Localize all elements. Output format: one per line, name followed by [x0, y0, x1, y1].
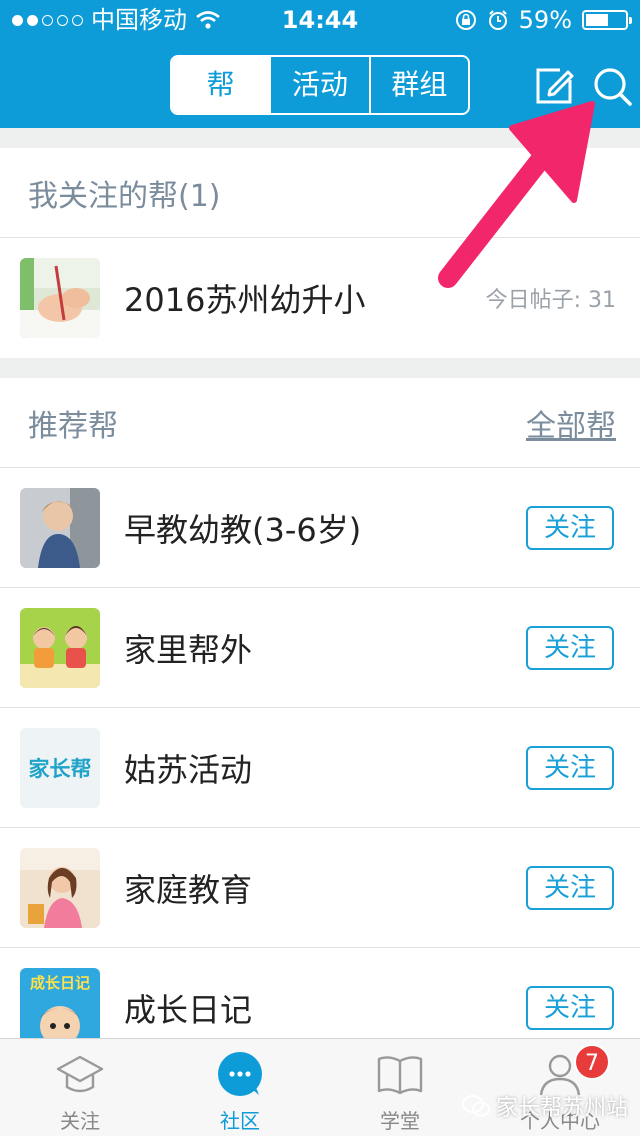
tab-label: 关注	[60, 1109, 100, 1133]
group-name: 家庭教育	[124, 870, 253, 909]
group-name: 2016苏州幼升小	[124, 281, 366, 319]
status-right: 59%	[455, 0, 632, 40]
recommended-row[interactable]: 家里帮外 关注	[0, 588, 640, 708]
tab-school[interactable]: 学堂	[320, 1039, 480, 1136]
tab-follow[interactable]: 关注	[0, 1039, 160, 1136]
group-name: 家里帮外	[124, 630, 253, 669]
battery-percent: 59%	[518, 6, 572, 34]
follow-button[interactable]: 关注	[526, 625, 614, 670]
follow-button[interactable]: 关注	[526, 745, 614, 790]
today-post-count: 今日帖子: 31	[485, 288, 616, 313]
wechat-icon	[461, 1095, 490, 1117]
recommended-row[interactable]: 早教幼教(3-6岁) 关注	[0, 468, 640, 588]
group-name: 早教幼教(3-6岁)	[124, 510, 362, 549]
tab-community[interactable]: 社区	[160, 1039, 320, 1136]
group-thumbnail	[20, 607, 100, 688]
tab-label: 社区	[220, 1109, 260, 1133]
group-name: 姑苏活动	[124, 750, 253, 789]
jiazhangbang-logo: 家长帮	[20, 727, 100, 808]
group-thumbnail	[20, 847, 100, 928]
group-thumbnail: 成长日记	[20, 968, 100, 1048]
follow-button[interactable]: 关注	[526, 505, 614, 550]
group-thumbnail	[20, 487, 100, 568]
logo-text: 成长日记	[29, 974, 90, 992]
group-thumbnail	[20, 258, 100, 338]
all-groups-link[interactable]: 全部帮	[526, 401, 616, 445]
group-name: 成长日记	[124, 991, 253, 1029]
tab-bang[interactable]: 帮	[172, 57, 270, 113]
follow-button[interactable]: 关注	[526, 986, 614, 1030]
recommended-section: 推荐帮 全部帮 早教幼教(3-6岁) 关注 家里帮外 关注 家长帮 姑苏活动 关…	[0, 378, 640, 1048]
battery-icon	[582, 10, 632, 30]
status-bar: 中国移动 14:44 59%	[0, 0, 640, 40]
battery-level	[586, 14, 608, 26]
alarm-icon	[488, 10, 507, 30]
followed-group-row[interactable]: 2016苏州幼升小 今日帖子: 31	[0, 238, 640, 358]
follow-button[interactable]: 关注	[526, 865, 614, 910]
book-icon	[377, 1056, 423, 1095]
compose-icon[interactable]	[534, 66, 574, 106]
recommended-row[interactable]: 家长帮 姑苏活动 关注	[0, 708, 640, 828]
graduation-cap-icon	[56, 1055, 104, 1093]
followed-section: 我关注的帮(1) 2016苏州幼升小 今日帖子: 31	[0, 148, 640, 358]
recommended-title: 推荐帮	[28, 408, 118, 444]
tab-groups[interactable]: 群组	[368, 57, 468, 113]
top-header: 中国移动 14:44 59% 帮 活动 群组	[0, 0, 640, 128]
followed-title: 我关注的帮(1)	[28, 178, 221, 214]
watermark-text: 家长帮苏州站	[495, 1096, 628, 1121]
recommended-row[interactable]: 家庭教育 关注	[0, 828, 640, 948]
followed-header: 我关注的帮(1)	[0, 148, 640, 238]
logo-text: 家长帮	[28, 756, 92, 781]
tab-label: 学堂	[380, 1109, 420, 1133]
notification-badge: 7	[574, 1044, 610, 1080]
segmented-control: 帮 活动 群组	[170, 55, 470, 115]
recommended-header: 推荐帮 全部帮	[0, 378, 640, 468]
search-icon[interactable]	[592, 66, 632, 106]
wechat-watermark: 家长帮苏州站	[461, 1090, 628, 1122]
chat-bubble-icon	[218, 1052, 262, 1096]
tab-activities[interactable]: 活动	[269, 57, 368, 113]
rotation-lock-icon	[455, 10, 476, 30]
